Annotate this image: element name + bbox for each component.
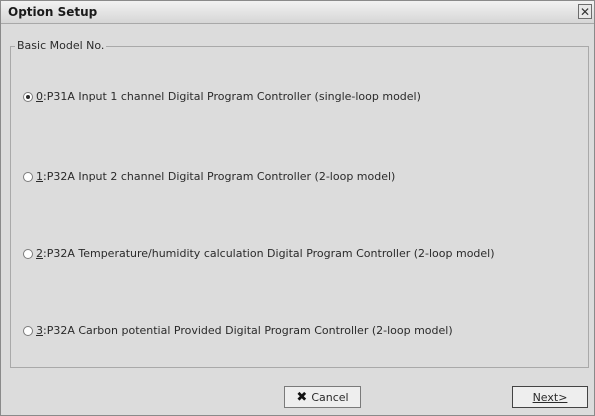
option-2-radio[interactable]: 2 :P32A Temperature/humidity calculation… bbox=[23, 247, 495, 260]
radio-button[interactable] bbox=[23, 171, 33, 182]
groupbox-title: Basic Model No. bbox=[15, 39, 107, 52]
next-label: Next> bbox=[532, 390, 568, 404]
option-0-label: :P31A Input 1 channel Digital Program Co… bbox=[43, 90, 421, 103]
cancel-label: Cancel bbox=[311, 390, 349, 404]
option-0-key: 0 bbox=[36, 90, 43, 103]
radio-button[interactable] bbox=[23, 325, 33, 336]
radio-button-selected[interactable] bbox=[23, 91, 33, 102]
option-3-radio[interactable]: 3 :P32A Carbon potential Provided Digita… bbox=[23, 324, 453, 337]
window-title: Option Setup bbox=[8, 5, 98, 19]
option-0-radio[interactable]: 0 :P31A Input 1 channel Digital Program … bbox=[23, 90, 421, 103]
option-1-label: :P32A Input 2 channel Digital Program Co… bbox=[43, 170, 396, 183]
cancel-button[interactable]: ✖ Cancel bbox=[284, 386, 361, 408]
title-bar[interactable]: Option Setup ✕ bbox=[1, 1, 594, 24]
close-button[interactable]: ✕ bbox=[578, 4, 592, 19]
close-icon: ✕ bbox=[579, 5, 591, 19]
radio-button[interactable] bbox=[23, 248, 33, 259]
x-icon: ✖ bbox=[296, 389, 308, 405]
next-button[interactable]: Next> bbox=[512, 386, 588, 408]
option-2-label: :P32A Temperature/humidity calculation D… bbox=[43, 247, 495, 260]
option-3-key: 3 bbox=[36, 324, 43, 337]
option-3-label: :P32A Carbon potential Provided Digital … bbox=[43, 324, 453, 337]
option-1-radio[interactable]: 1 :P32A Input 2 channel Digital Program … bbox=[23, 170, 395, 183]
option-setup-window: Option Setup ✕ Basic Model No. 0 :P31A I… bbox=[0, 0, 595, 416]
option-2-key: 2 bbox=[36, 247, 43, 260]
option-1-key: 1 bbox=[36, 170, 43, 183]
